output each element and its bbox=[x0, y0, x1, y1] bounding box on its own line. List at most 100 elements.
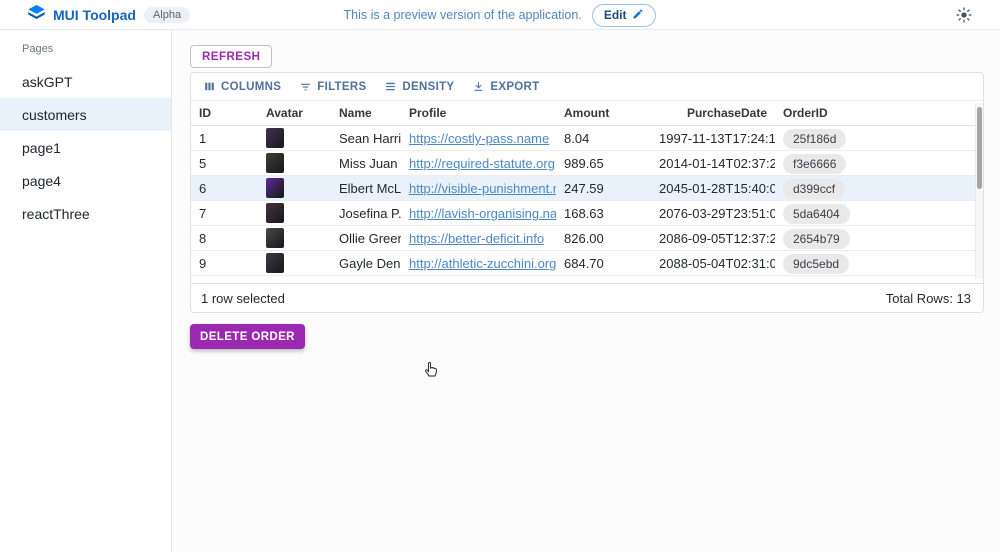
cell-purchase-date: 2088-05-04T02:31:03.294Z bbox=[651, 251, 775, 275]
cell-profile: http://athletic-zucchini.org bbox=[401, 251, 556, 275]
sidebar-item-page4[interactable]: page4 bbox=[0, 164, 171, 197]
avatar-image bbox=[266, 178, 284, 198]
cell-name: Elbert McL... bbox=[331, 176, 401, 200]
main-content: REFRESH COLUMNS FILTERS DENSITY EXPORT IDAv… bbox=[172, 30, 1000, 552]
pencil-icon bbox=[632, 8, 644, 23]
column-header-orderid[interactable]: OrderID bbox=[775, 101, 875, 125]
sidebar-item-page1[interactable]: page1 bbox=[0, 131, 171, 164]
cell-amount: 989.65 bbox=[556, 151, 651, 175]
toolbar-filters-button[interactable]: FILTERS bbox=[292, 76, 373, 97]
cell-order-id: f3e6666 bbox=[775, 151, 875, 175]
avatar-image bbox=[266, 228, 284, 248]
total-rows: Total Rows: 13 bbox=[886, 291, 971, 306]
profile-link[interactable]: https://better-deficit.info bbox=[409, 231, 544, 246]
sidebar-section-label: Pages bbox=[22, 43, 171, 55]
profile-link[interactable]: http://required-statute.org bbox=[409, 156, 555, 171]
table-row[interactable]: 8 Ollie Green... https://better-deficit.in… bbox=[191, 226, 983, 251]
view-column-icon bbox=[203, 80, 216, 93]
cell-id: 8 bbox=[191, 226, 258, 250]
toolbar-density-button[interactable]: DENSITY bbox=[377, 76, 461, 97]
mui-logo-icon bbox=[28, 5, 45, 25]
cell-name: Gayle Den... bbox=[331, 251, 401, 275]
table-row[interactable]: 6 Elbert McL... http://visible-punishment.… bbox=[191, 176, 983, 201]
cell-name: Josefina P... bbox=[331, 201, 401, 225]
avatar-image bbox=[266, 128, 284, 148]
alpha-badge: Alpha bbox=[144, 7, 190, 23]
cell-avatar bbox=[258, 151, 331, 175]
cell-purchase-date: 2086-09-05T12:37:27.015Z bbox=[651, 226, 775, 250]
table-row[interactable]: 5Miss Juan ...http://required-statute.or… bbox=[191, 151, 983, 176]
edit-button-label: Edit bbox=[604, 8, 627, 22]
sidebar-item-reactThree[interactable]: reactThree bbox=[0, 197, 171, 230]
edit-button[interactable]: Edit bbox=[592, 4, 657, 27]
avatar-image bbox=[266, 253, 284, 273]
profile-link[interactable]: http://visible-punishment.net bbox=[409, 181, 556, 196]
cell-avatar bbox=[258, 201, 331, 225]
column-header-amount[interactable]: Amount bbox=[556, 101, 651, 125]
cell-name: Sean Harris bbox=[331, 126, 401, 150]
cell-avatar bbox=[258, 226, 331, 250]
data-grid-footer: 1 row selected Total Rows: 13 bbox=[191, 283, 983, 312]
sidebar-item-askGPT[interactable]: askGPT bbox=[0, 65, 171, 98]
cell-profile: http://visible-punishment.net bbox=[401, 176, 556, 200]
order-id-chip: 5da6404 bbox=[783, 204, 850, 224]
preview-banner-text: This is a preview version of the applica… bbox=[344, 8, 582, 22]
cell-amount: 684.70 bbox=[556, 251, 651, 275]
sidebar: Pages askGPTcustomerspage1page4reactThre… bbox=[0, 30, 172, 552]
theme-toggle-sun-icon[interactable] bbox=[956, 7, 972, 23]
profile-link[interactable]: http://lavish-organising.name bbox=[409, 206, 556, 221]
grid-scrollbar[interactable] bbox=[975, 103, 983, 279]
order-id-chip: f3e6666 bbox=[783, 154, 846, 174]
toolbar-button-label: COLUMNS bbox=[221, 81, 281, 93]
selection-count: 1 row selected bbox=[201, 291, 285, 306]
cell-name: Miss Juan ... bbox=[331, 151, 401, 175]
cell-profile: https://better-deficit.info bbox=[401, 226, 556, 250]
data-grid-rows: 1 Sean Harris https://costly-pass.name 8.04… bbox=[191, 126, 983, 276]
cell-avatar bbox=[258, 176, 331, 200]
column-header-avatar[interactable]: Avatar bbox=[258, 101, 331, 125]
cell-amount: 8.04 bbox=[556, 126, 651, 150]
cell-amount: 168.63 bbox=[556, 201, 651, 225]
avatar-image bbox=[266, 203, 284, 223]
profile-link[interactable]: http://athletic-zucchini.org bbox=[409, 256, 556, 271]
app-title: MUI Toolpad bbox=[53, 7, 136, 23]
cell-order-id: d399ccf bbox=[775, 176, 875, 200]
cell-id: 6 bbox=[191, 176, 258, 200]
cell-amount: 247.59 bbox=[556, 176, 651, 200]
mouse-cursor-hand-icon bbox=[422, 361, 440, 379]
cell-purchase-date: 2014-01-14T02:37:28.536Z bbox=[651, 151, 775, 175]
cell-profile: https://costly-pass.name bbox=[401, 126, 556, 150]
column-header-purchasedate[interactable]: PurchaseDate bbox=[651, 101, 775, 125]
order-id-chip: 9dc5ebd bbox=[783, 254, 849, 274]
refresh-button[interactable]: REFRESH bbox=[190, 45, 272, 68]
cell-id: 9 bbox=[191, 251, 258, 275]
column-header-profile[interactable]: Profile bbox=[401, 101, 556, 125]
profile-link[interactable]: https://costly-pass.name bbox=[409, 131, 549, 146]
cell-id: 7 bbox=[191, 201, 258, 225]
cell-order-id: 5da6404 bbox=[775, 201, 875, 225]
delete-order-button[interactable]: DELETE ORDER bbox=[190, 324, 305, 349]
toolbar-button-label: EXPORT bbox=[490, 81, 539, 93]
cell-id: 1 bbox=[191, 126, 258, 150]
filter-icon bbox=[299, 80, 312, 93]
order-id-chip: 25f186d bbox=[783, 129, 846, 149]
data-grid-toolbar: COLUMNS FILTERS DENSITY EXPORT bbox=[191, 73, 983, 101]
cell-profile: http://lavish-organising.name bbox=[401, 201, 556, 225]
column-header-id[interactable]: ID bbox=[191, 101, 258, 125]
cell-order-id: 2654b79 bbox=[775, 226, 875, 250]
toolbar-columns-button[interactable]: COLUMNS bbox=[196, 76, 288, 97]
cell-order-id: 9dc5ebd bbox=[775, 251, 875, 275]
table-row[interactable]: 7 Josefina P... http://lavish-organising.n… bbox=[191, 201, 983, 226]
sidebar-item-customers[interactable]: customers bbox=[0, 98, 171, 131]
toolbar-button-label: DENSITY bbox=[402, 81, 454, 93]
column-header-name[interactable]: Name bbox=[331, 101, 401, 125]
brand: MUI Toolpad Alpha bbox=[28, 5, 190, 25]
toolbar-export-button[interactable]: EXPORT bbox=[465, 76, 546, 97]
data-grid: COLUMNS FILTERS DENSITY EXPORT IDAvatarName… bbox=[190, 72, 984, 313]
cell-avatar bbox=[258, 126, 331, 150]
grid-scrollbar-thumb[interactable] bbox=[977, 107, 982, 189]
table-row[interactable]: 1 Sean Harris https://costly-pass.name 8.04… bbox=[191, 126, 983, 151]
cell-name: Ollie Green... bbox=[331, 226, 401, 250]
table-row[interactable]: 9 Gayle Den... http://athletic-zucchini.or… bbox=[191, 251, 983, 276]
cell-order-id: 25f186d bbox=[775, 126, 875, 150]
